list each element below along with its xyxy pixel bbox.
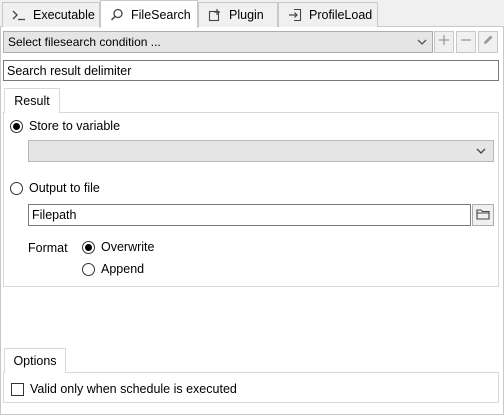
filepath-field[interactable]: Filepath [28, 204, 471, 226]
delimiter-field[interactable]: Search result delimiter [3, 60, 499, 81]
delimiter-field-value: Search result delimiter [7, 63, 132, 78]
edit-condition-button[interactable] [478, 31, 498, 53]
minus-icon [460, 33, 472, 51]
options-group: Valid only when schedule is executed [3, 372, 499, 403]
overwrite-radio[interactable]: Overwrite [82, 240, 154, 254]
plugin-icon [207, 7, 223, 23]
filepath-field-value: Filepath [32, 208, 77, 222]
tab-options[interactable]: Options [4, 348, 66, 373]
radio-button-checked[interactable] [82, 240, 95, 254]
folder-icon [476, 208, 490, 223]
pencil-icon [482, 33, 494, 51]
remove-condition-button[interactable] [456, 31, 476, 53]
chevron-down-icon [475, 145, 487, 160]
chevron-down-icon [416, 35, 428, 49]
tab-label: Plugin [229, 8, 264, 22]
output-file-label: Output to file [29, 181, 100, 195]
browse-folder-button[interactable] [472, 204, 494, 226]
overwrite-label: Overwrite [101, 240, 155, 254]
tab-strip: Executable FileSearch Plugin ProfileLoad [0, 0, 504, 28]
valid-only-label: Valid only when schedule is executed [30, 382, 237, 396]
store-variable-label: Store to variable [29, 119, 121, 133]
append-label: Append [101, 262, 145, 276]
append-radio[interactable]: Append [82, 262, 144, 276]
tab-label: FileSearch [131, 7, 191, 22]
tab-result[interactable]: Result [4, 88, 60, 113]
profile-load-icon [287, 7, 303, 23]
condition-select-value: Select filesearch condition ... [8, 35, 161, 49]
radio-button-unchecked[interactable] [10, 181, 23, 195]
tab-executable[interactable]: Executable [2, 2, 100, 27]
options-tab-label: Options [13, 354, 57, 368]
tab-profileload[interactable]: ProfileLoad [278, 2, 378, 27]
result-tab-label: Result [14, 94, 50, 108]
condition-select[interactable]: Select filesearch condition ... [3, 31, 433, 53]
plus-icon [438, 33, 450, 51]
output-file-radio[interactable]: Output to file [10, 181, 100, 195]
format-label: Format [28, 241, 68, 255]
tab-label: ProfileLoad [309, 8, 373, 22]
checkbox-unchecked[interactable] [11, 382, 24, 396]
variable-select[interactable] [28, 140, 494, 162]
radio-button-checked[interactable] [10, 119, 23, 133]
valid-only-checkbox[interactable]: Valid only when schedule is executed [11, 382, 237, 396]
tab-filesearch[interactable]: FileSearch [100, 0, 198, 28]
result-group: Store to variable Output to file Filepat… [3, 112, 499, 287]
add-condition-button[interactable] [434, 31, 454, 53]
tab-label: Executable [33, 8, 95, 22]
filesearch-panel: Select filesearch condition ... Search r… [0, 27, 504, 415]
terminal-icon [11, 7, 27, 23]
tab-plugin[interactable]: Plugin [198, 2, 278, 27]
search-icon [109, 7, 125, 23]
store-variable-radio[interactable]: Store to variable [10, 119, 120, 133]
radio-button-unchecked[interactable] [82, 262, 95, 276]
